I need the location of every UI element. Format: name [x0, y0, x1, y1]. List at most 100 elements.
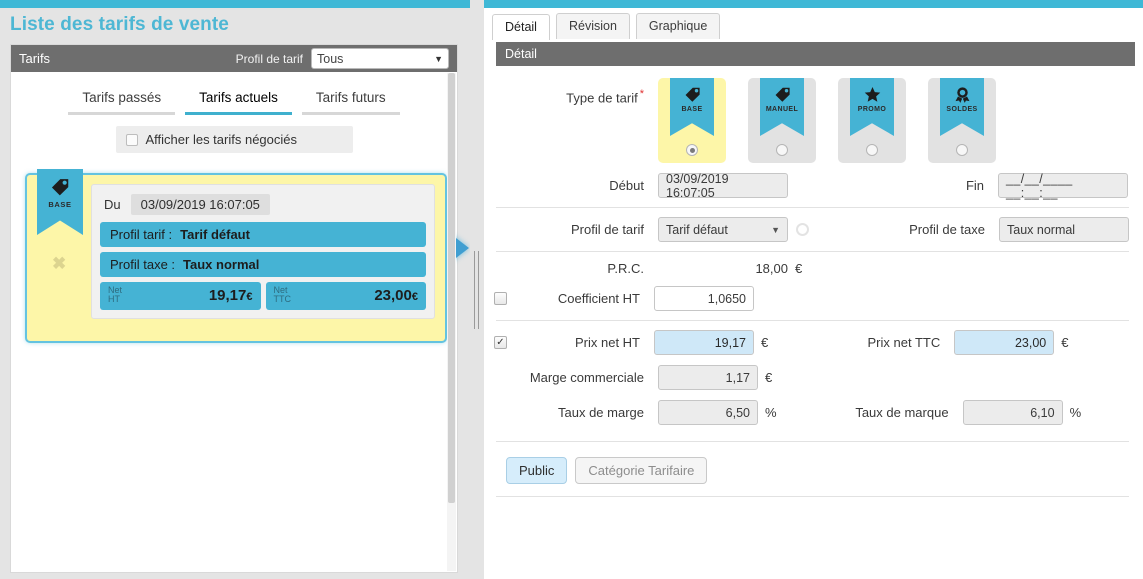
accent-bar-left [0, 0, 470, 8]
tab-tarifs-actuels[interactable]: Tarifs actuels [185, 86, 292, 115]
tab-graphique[interactable]: Graphique [635, 13, 721, 39]
type-option-base-ribbon: BASE [670, 78, 714, 136]
tarifs-list-card: Tarifs Profil de tarif Tous ▼ Tarifs pas… [10, 44, 469, 573]
type-de-tarif-row: Type de tarif * BASE MANUEL PROMO SOLDES [496, 78, 1129, 163]
profil-tarif-filter-select[interactable]: Tous ▼ [311, 48, 449, 69]
tab-revision[interactable]: Révision [555, 13, 630, 39]
dates-row: Début 03/09/2019 16:07:05 Fin __/__/____… [496, 172, 1129, 200]
tariff-profile-label: Profil tarif : [110, 227, 173, 242]
type-de-tarif-options: BASE MANUEL PROMO SOLDES [658, 78, 996, 163]
panel-splitter[interactable] [470, 0, 484, 579]
profil-de-taxe-label: Profil de taxe [909, 222, 985, 237]
divider-1 [496, 207, 1129, 208]
coefficient-ht-row: Coefficient HT 1,0650 [494, 286, 1129, 311]
tariff-result-wrapper: BASE ✖ Du 03/09/2019 16:07:05 Profil tar… [25, 169, 469, 343]
remove-tariff-icon[interactable]: ✖ [52, 255, 66, 272]
tab-detail[interactable]: Détail [492, 14, 550, 40]
show-negotiated-label: Afficher les tarifs négociés [145, 132, 298, 147]
prix-net-ht-input[interactable]: 19,17 [654, 330, 754, 355]
public-button[interactable]: Public [506, 457, 568, 484]
profil-tarif-filter-label: Profil de tarif [235, 51, 303, 66]
coefficient-ht-input[interactable]: 1,0650 [654, 286, 754, 311]
tax-profile-label: Profil taxe : [110, 257, 176, 272]
type-de-tarif-label: Type de tarif * [566, 88, 644, 106]
prix-net-ht-unit: € [761, 335, 769, 350]
taux-row: Taux de marge 6,50 % Taux de marque 6,10… [496, 400, 1129, 425]
app-window: Liste des tarifs de vente Tarifs Profil … [0, 0, 1143, 579]
type-option-promo-label: PROMO [857, 106, 887, 113]
profil-de-taxe-input[interactable]: Taux normal [999, 217, 1129, 242]
detail-form: Type de tarif * BASE MANUEL PROMO SOLDES… [484, 66, 1143, 497]
prc-value: 18,00 [755, 261, 788, 276]
marge-commerciale-input[interactable]: 1,17 [658, 365, 758, 390]
net-ttc-box: Net TTC 23,00€ [265, 282, 426, 310]
prc-unit: € [795, 261, 803, 276]
coefficient-ht-checkbox[interactable] [494, 292, 507, 305]
fin-input[interactable]: __/__/____ __:__:__ [998, 172, 1128, 200]
type-option-promo-radio[interactable] [866, 144, 878, 156]
price-tag-icon [685, 87, 700, 102]
rosette-icon [955, 87, 969, 103]
left-scrollbar-thumb[interactable] [448, 73, 455, 503]
type-option-promo[interactable]: PROMO [838, 78, 906, 163]
prix-net-ttc-label: Prix net TTC [867, 335, 941, 350]
eye-icon[interactable] [796, 223, 809, 236]
taux-de-marque-input[interactable]: 6,10 [962, 400, 1063, 425]
coefficient-ht-label: Coefficient HT [557, 291, 640, 306]
type-option-base-radio[interactable] [686, 144, 698, 156]
taux-de-marge-input[interactable]: 6,50 [658, 400, 758, 425]
net-ttc-value: 23,00€ [374, 286, 418, 304]
type-option-manuel[interactable]: MANUEL [748, 78, 816, 163]
prix-net-ht-checkbox[interactable]: ✓ [494, 336, 507, 349]
type-option-soldes[interactable]: SOLDES [928, 78, 996, 163]
type-option-manuel-radio[interactable] [776, 144, 788, 156]
debut-input[interactable]: 03/09/2019 16:07:05 [658, 172, 788, 200]
profil-de-tarif-select[interactable]: Tarif défaut ▼ [658, 217, 788, 242]
tariff-result-card[interactable]: BASE ✖ Du 03/09/2019 16:07:05 Profil tar… [25, 169, 469, 343]
price-tag-icon [51, 179, 69, 196]
left-scrollbar[interactable] [447, 73, 456, 571]
divider-5 [496, 496, 1129, 497]
net-ht-value: 19,17€ [208, 286, 253, 304]
prc-row: P.R.C. 18,00 € [496, 261, 1129, 276]
tax-profile-value: Taux normal [183, 257, 260, 272]
tab-tarifs-passes[interactable]: Tarifs passés [68, 86, 176, 115]
accent-bar-right [484, 0, 1143, 8]
marge-commerciale-row: Marge commerciale 1,17 € [496, 365, 1129, 390]
negotiated-row: Afficher les tarifs négociés [11, 126, 457, 153]
tariff-profile-value: Tarif défaut [180, 227, 250, 242]
profil-de-tarif-label: Profil de tarif [571, 222, 644, 237]
chevron-down-icon: ▼ [771, 224, 780, 235]
visibility-buttons: Public Catégorie Tarifaire [496, 451, 1129, 484]
profil-tarif-filter-value: Tous [317, 51, 344, 66]
net-ht-label: Net HT [108, 285, 123, 305]
net-ttc-label: Net TTC [273, 285, 292, 305]
type-option-soldes-ribbon: SOLDES [940, 78, 984, 136]
type-option-soldes-radio[interactable] [956, 144, 968, 156]
type-option-promo-ribbon: PROMO [850, 78, 894, 136]
tarifs-tabs: Tarifs passés Tarifs actuels Tarifs futu… [11, 72, 457, 115]
taux-de-marge-label: Taux de marge [558, 405, 644, 420]
tariff-type-ribbon-label: BASE [48, 200, 72, 209]
tab-tarifs-futurs[interactable]: Tarifs futurs [301, 86, 400, 115]
show-negotiated-toggle[interactable]: Afficher les tarifs négociés [115, 126, 353, 153]
prc-label: P.R.C. [607, 261, 644, 276]
splitter-grip-icon [474, 250, 479, 329]
show-negotiated-checkbox[interactable] [125, 133, 138, 146]
prix-net-ttc-input[interactable]: 23,00 [954, 330, 1055, 355]
categorie-tarifaire-button[interactable]: Catégorie Tarifaire [575, 457, 708, 484]
type-option-base[interactable]: BASE [658, 78, 726, 163]
net-ht-box: Net HT 19,17€ [100, 282, 261, 310]
profiles-row: Profil de tarif Tarif défaut ▼ Profil de… [496, 217, 1129, 242]
marge-commerciale-unit: € [765, 370, 773, 385]
tax-profile-row: Profil taxe : Taux normal [100, 252, 426, 277]
divider-3 [496, 320, 1129, 321]
type-option-manuel-label: MANUEL [765, 106, 799, 113]
taux-de-marge-unit: % [765, 405, 777, 420]
tariff-start-row: Du 03/09/2019 16:07:05 [100, 192, 426, 222]
price-tag-icon [775, 87, 790, 102]
prix-net-ht-label: Prix net HT [574, 335, 640, 350]
tariff-net-row: Net HT 19,17€ Net TTC 23,00€ [100, 282, 426, 310]
tarifs-header-title: Tarifs [19, 51, 51, 66]
tariff-start-label: Du [104, 197, 121, 212]
